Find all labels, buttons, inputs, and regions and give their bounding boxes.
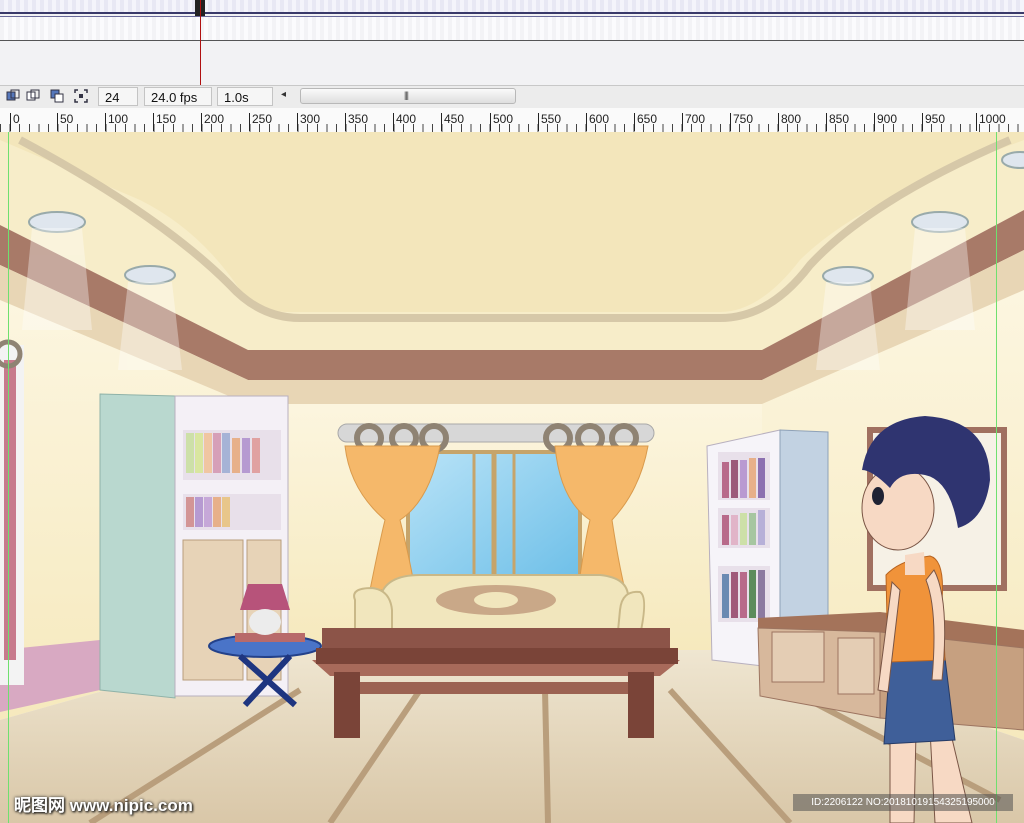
scroll-left-arrow-icon[interactable]: ◂ — [281, 89, 286, 100]
frame-rate-field[interactable]: 24.0 fps — [144, 87, 212, 106]
timeline-toolbar: 24 24.0 fps 1.0s ◂ ||| — [0, 85, 1024, 109]
ruler-label: 850 — [826, 113, 849, 131]
girl-skirt — [883, 657, 956, 745]
timeline-panel[interactable] — [0, 0, 1024, 85]
guide-line-right[interactable] — [996, 132, 997, 823]
ruler-label: 100 — [105, 113, 128, 131]
ruler-label: 1000 — [976, 113, 1006, 131]
ruler-label: 350 — [345, 113, 368, 131]
edit-multiple-frames-icon[interactable] — [74, 89, 88, 103]
timeline-divider — [0, 40, 1024, 41]
ruler-label: 200 — [201, 113, 224, 131]
living-room-illustration — [0, 132, 1024, 823]
timeline-layer-row[interactable] — [0, 17, 1024, 41]
ruler-label: 900 — [874, 113, 897, 131]
elapsed-time-field[interactable]: 1.0s — [217, 87, 273, 106]
back-wall-trim — [248, 380, 762, 404]
current-frame-field[interactable]: 24 — [98, 87, 138, 106]
ruler-label: 300 — [297, 113, 320, 131]
ruler-label: 400 — [393, 113, 416, 131]
timeline-divider — [0, 12, 1024, 14]
left-pink-curtain — [4, 360, 16, 660]
ruler-label: 750 — [730, 113, 753, 131]
ruler-label: 950 — [922, 113, 945, 131]
site-watermark: 昵图网 www.nipic.com — [14, 796, 193, 815]
ruler-label: 800 — [778, 113, 801, 131]
ruler-label: 550 — [538, 113, 561, 131]
ruler-label: 250 — [249, 113, 272, 131]
playhead-line — [200, 0, 201, 85]
ruler-label: 50 — [57, 113, 73, 131]
ruler-label: 600 — [586, 113, 609, 131]
center-frame-icon[interactable] — [6, 89, 20, 103]
ruler-label: 0 — [10, 113, 20, 131]
scrollbar-grip[interactable]: ||| — [404, 90, 409, 100]
ruler-label: 450 — [441, 113, 464, 131]
ruler-label: 150 — [153, 113, 176, 131]
timeline-frames-row[interactable] — [0, 0, 1024, 12]
ruler-label: 500 — [490, 113, 513, 131]
stage-canvas[interactable] — [0, 132, 1024, 823]
onion-skin-outlines-icon[interactable] — [50, 89, 64, 103]
horizontal-ruler: 0 50 100 150 200 250 300 350 400 450 500… — [0, 108, 1024, 133]
back-wall-band — [248, 350, 762, 380]
image-id-tag: ID:2206122 NO:20181019154325195000 — [793, 794, 1013, 811]
timeline-scrollbar[interactable]: ||| — [300, 88, 516, 104]
ruler-label: 700 — [682, 113, 705, 131]
onion-skin-icon[interactable] — [26, 89, 40, 103]
ruler-label: 650 — [634, 113, 657, 131]
guide-line-left[interactable] — [8, 132, 9, 823]
curtain-rod — [337, 423, 655, 443]
